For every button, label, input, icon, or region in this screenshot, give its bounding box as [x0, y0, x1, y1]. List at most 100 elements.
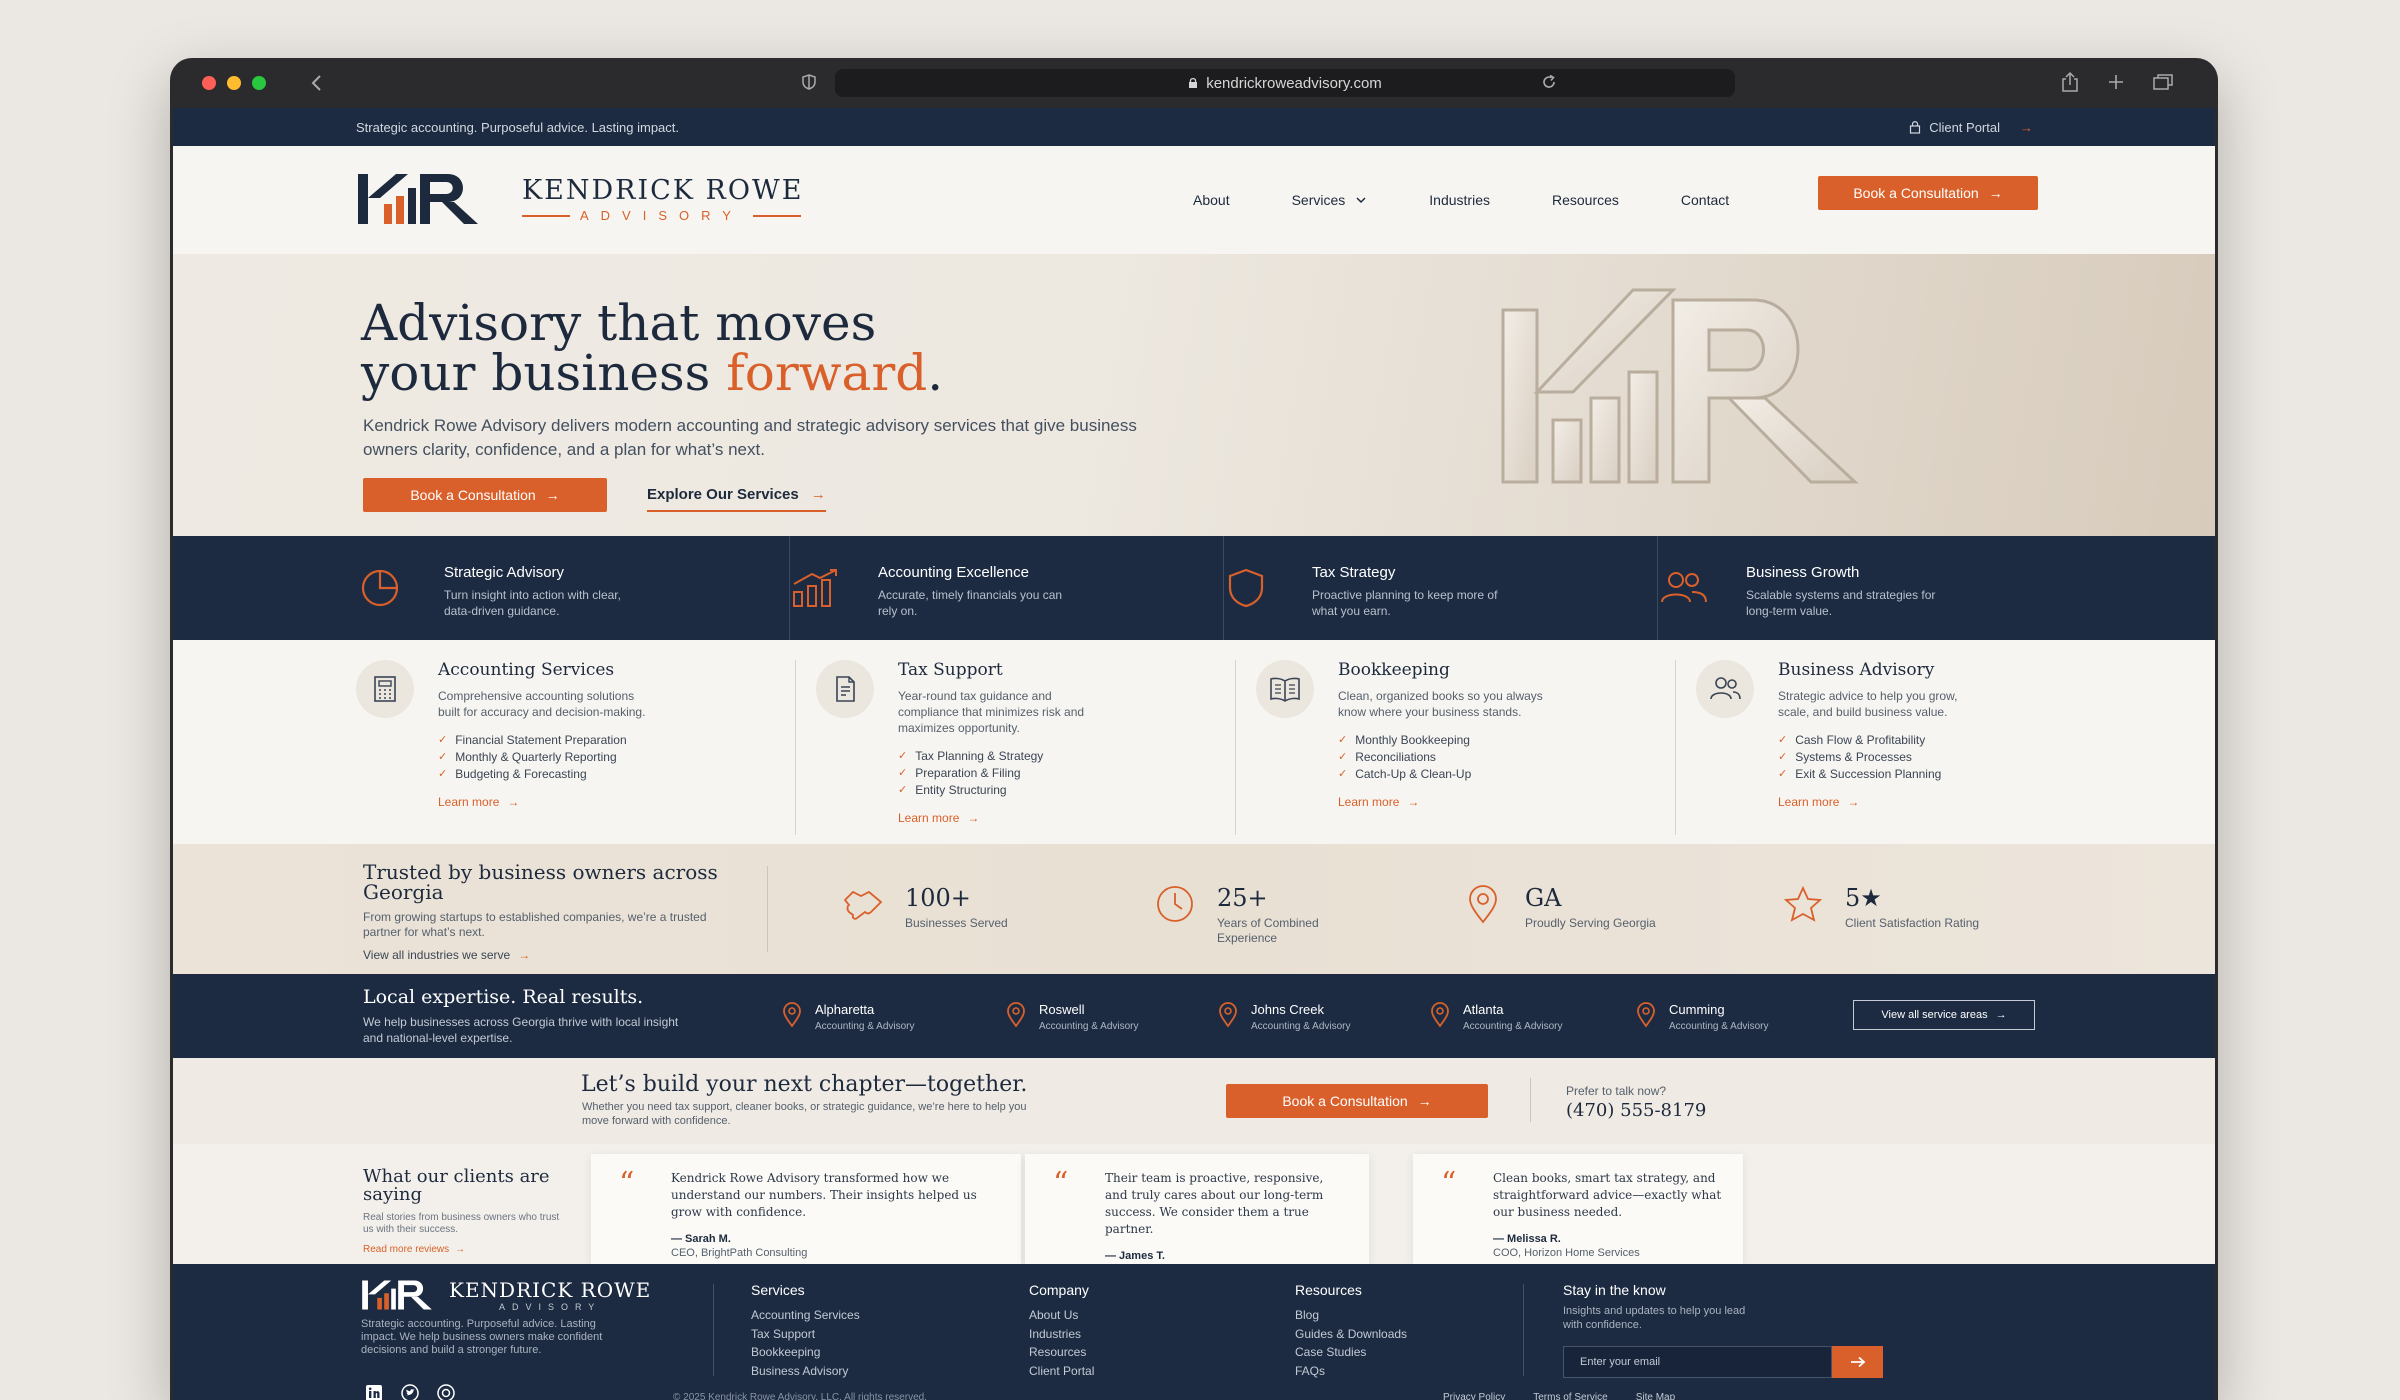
- footer-link[interactable]: Client Portal: [1029, 1362, 1094, 1381]
- tab-overview-icon[interactable]: [2152, 73, 2174, 91]
- nav-resources[interactable]: Resources: [1552, 192, 1619, 208]
- footer-link[interactable]: Bookkeeping: [751, 1343, 860, 1362]
- testimonial-text: Their team is proactive, responsive, and…: [1105, 1171, 1324, 1236]
- view-service-areas-button[interactable]: View all service areas →: [1853, 1000, 2035, 1030]
- footer-link[interactable]: FAQs: [1295, 1362, 1407, 1381]
- close-window-button[interactable]: [202, 76, 216, 90]
- footer-link[interactable]: Guides & Downloads: [1295, 1325, 1407, 1344]
- instagram-icon[interactable]: [437, 1384, 455, 1400]
- minimize-window-button[interactable]: [227, 76, 241, 90]
- footer-link[interactable]: Industries: [1029, 1325, 1094, 1344]
- view-industries-link[interactable]: View all industries we serve →: [363, 948, 723, 962]
- city-alpharetta[interactable]: Alpharetta Accounting & Advisory: [781, 1002, 915, 1032]
- check-icon: ✓: [438, 768, 448, 780]
- nav-industries[interactable]: Industries: [1429, 192, 1490, 208]
- stat-number: GA: [1525, 884, 1562, 912]
- stat-label: Businesses Served: [905, 916, 1008, 930]
- site-footer: KENDRICK ROWE ADVISORY Strategic account…: [173, 1264, 2215, 1400]
- service-card-tax: Tax Support Year-round tax guidance and …: [796, 660, 1236, 835]
- hero-book-consultation-button[interactable]: Book a Consultation →: [363, 478, 607, 512]
- star-icon: [1783, 885, 1823, 922]
- cta-book-consultation-button[interactable]: Book a Consultation →: [1226, 1084, 1488, 1118]
- utility-bar: Strategic accounting. Purposeful advice.…: [173, 108, 2215, 146]
- city-atlanta[interactable]: Atlanta Accounting & Advisory: [1429, 1002, 1563, 1032]
- check-icon: ✓: [1338, 734, 1348, 746]
- arrow-right-icon: →: [1995, 1009, 2007, 1021]
- pie-chart-icon: [361, 569, 399, 607]
- footer-link[interactable]: About Us: [1029, 1306, 1094, 1325]
- quote-icon: “: [1441, 1166, 1457, 1201]
- open-book-icon: [1270, 677, 1300, 702]
- back-icon[interactable]: [310, 72, 324, 94]
- learn-more-link[interactable]: Learn more →: [1778, 795, 1988, 809]
- testimonial-role: CEO, BrightPath Consulting: [671, 1247, 808, 1259]
- footer-column-title: Company: [1029, 1282, 1089, 1298]
- arrow-right-icon: [1850, 1356, 1865, 1368]
- footer-link[interactable]: Tax Support: [751, 1325, 860, 1344]
- brand-name: KENDRICK ROWE: [522, 175, 804, 206]
- privacy-shield-icon[interactable]: [800, 73, 818, 91]
- arrow-right-icon: →: [518, 948, 531, 962]
- testimonial-name: — Sarah M.: [671, 1233, 731, 1245]
- browser-toolbar: kendrickroweadvisory.com: [170, 58, 2218, 108]
- service-title: Accounting Services: [438, 660, 615, 680]
- maximize-window-button[interactable]: [252, 76, 266, 90]
- feature-title: Business Growth: [1746, 564, 1860, 581]
- footer-logo[interactable]: KENDRICK ROWE ADVISORY: [361, 1278, 651, 1312]
- arrow-right-icon: →: [507, 795, 520, 809]
- explore-services-link[interactable]: Explore Our Services →: [647, 478, 826, 512]
- email-input[interactable]: [1563, 1346, 1833, 1378]
- map-pin-icon: [1469, 885, 1497, 924]
- learn-more-link[interactable]: Learn more →: [438, 795, 648, 809]
- city-johns-creek[interactable]: Johns Creek Accounting & Advisory: [1217, 1002, 1351, 1032]
- sitemap-link[interactable]: Site Map: [1636, 1392, 1675, 1400]
- lock-icon: [1910, 121, 1921, 134]
- nav-services[interactable]: Services: [1292, 192, 1368, 208]
- shield-icon: [1228, 568, 1264, 608]
- service-desc: Strategic advice to help you grow, scale…: [1778, 689, 1958, 719]
- trust-desc: From growing startups to established com…: [363, 910, 707, 939]
- footer-link[interactable]: Accounting Services: [751, 1306, 860, 1325]
- city-roswell[interactable]: Roswell Accounting & Advisory: [1005, 1002, 1139, 1032]
- client-portal-link[interactable]: Client Portal →: [1909, 120, 2033, 135]
- nav-contact[interactable]: Contact: [1681, 192, 1729, 208]
- main-nav: About Services Industries Resources Cont…: [1193, 192, 1729, 208]
- web-page: Strategic accounting. Purposeful advice.…: [173, 108, 2215, 1400]
- footer-link[interactable]: Blog: [1295, 1306, 1407, 1325]
- terms-link[interactable]: Terms of Service: [1533, 1392, 1607, 1400]
- copyright: © 2025 Kendrick Rowe Advisory, LLC. All …: [673, 1392, 927, 1400]
- reload-icon[interactable]: [1540, 73, 1558, 91]
- lock-icon: [1189, 77, 1198, 88]
- nav-about[interactable]: About: [1193, 192, 1230, 208]
- arrow-right-icon: →: [810, 485, 826, 503]
- service-card-bookkeeping: Bookkeeping Clean, organized books so yo…: [1236, 660, 1676, 835]
- check-icon: ✓: [1338, 768, 1348, 780]
- read-reviews-link[interactable]: Read more reviews →: [363, 1244, 563, 1255]
- service-desc: Year-round tax guidance and compliance t…: [898, 689, 1085, 735]
- phone-number[interactable]: (470) 555-8179: [1566, 1100, 1706, 1121]
- book-consultation-button[interactable]: Book a Consultation →: [1818, 176, 2038, 210]
- footer-link[interactable]: Business Advisory: [751, 1362, 860, 1381]
- stat-number: 5★: [1845, 884, 1882, 912]
- privacy-link[interactable]: Privacy Policy: [1443, 1392, 1505, 1400]
- service-item: ✓ Entity Structuring: [898, 783, 1007, 797]
- learn-more-link[interactable]: Learn more →: [1338, 795, 1548, 809]
- learn-more-link[interactable]: Learn more →: [898, 811, 1108, 825]
- footer-link[interactable]: Case Studies: [1295, 1343, 1407, 1362]
- linkedin-icon[interactable]: [365, 1384, 383, 1400]
- brand-logo[interactable]: KENDRICK ROWE ADVISORY: [356, 170, 804, 228]
- feature-desc: Accurate, timely financials you can rely…: [878, 588, 1063, 618]
- service-card-accounting: Accounting Services Comprehensive accoun…: [356, 660, 796, 835]
- twitter-icon[interactable]: [401, 1384, 419, 1400]
- service-item: ✓ Monthly & Quarterly Reporting: [438, 750, 617, 764]
- calculator-icon: [374, 676, 396, 702]
- service-item: ✓ Preparation & Filing: [898, 766, 1021, 780]
- city-cumming[interactable]: Cumming Accounting & Advisory: [1635, 1002, 1769, 1032]
- share-icon[interactable]: [2060, 71, 2080, 93]
- subscribe-button[interactable]: [1832, 1346, 1883, 1378]
- testimonials-desc: Real stories from business owners who tr…: [363, 1212, 560, 1235]
- arrow-right-icon: →: [1417, 1093, 1432, 1109]
- address-bar[interactable]: kendrickroweadvisory.com: [835, 69, 1735, 97]
- new-tab-icon[interactable]: [2107, 73, 2125, 91]
- footer-link[interactable]: Resources: [1029, 1343, 1094, 1362]
